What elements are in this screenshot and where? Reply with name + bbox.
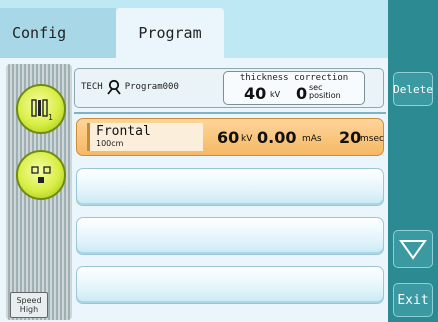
- row-mas-unit: mAs: [302, 134, 322, 144]
- aec-field-icon: [31, 166, 51, 183]
- bucky-number: 1: [48, 113, 53, 122]
- speed-label: Speed: [16, 296, 42, 305]
- tab-bar: Config Program: [0, 0, 388, 58]
- delete-button[interactable]: Delete: [393, 72, 433, 106]
- row-mas-value: 0.00: [257, 128, 297, 147]
- program-row-empty[interactable]: [76, 217, 384, 255]
- exit-button[interactable]: Exit: [393, 283, 433, 317]
- tech-program-bar: TECH Program000 thickness correction 40 …: [74, 68, 384, 108]
- program-row-empty[interactable]: [76, 168, 384, 206]
- program-name: Program000: [124, 82, 179, 92]
- program-screen: Config Program Delete Exit 1 Speed High …: [0, 0, 438, 322]
- header-divider: [74, 112, 386, 114]
- thickness-sec-value: 0: [296, 84, 308, 103]
- tech-text: TECH: [81, 82, 103, 92]
- right-panel: Delete Exit: [388, 0, 438, 322]
- scroll-down-button[interactable]: [393, 230, 433, 268]
- thickness-kv-unit: kV: [270, 90, 281, 99]
- row-msec-unit: msec: [360, 134, 384, 144]
- tech-label: TECH Program000: [81, 79, 179, 95]
- tab-config[interactable]: Config: [0, 8, 116, 58]
- thickness-correction-button[interactable]: thickness correction 40 kV 0 sec positio…: [223, 71, 365, 105]
- row-distance: 100cm: [96, 139, 124, 148]
- thickness-sec-unit-2: position: [309, 91, 341, 100]
- tab-program[interactable]: Program: [116, 8, 224, 58]
- technologist-icon: [106, 79, 121, 95]
- row-name-box: Frontal 100cm: [87, 123, 203, 151]
- thickness-title: thickness correction: [239, 73, 349, 83]
- bucky-icon: 1: [31, 99, 53, 122]
- aec-field-button[interactable]: [16, 150, 66, 200]
- row-kv-unit: kV: [241, 134, 253, 144]
- row-kv-value: 60: [217, 128, 240, 147]
- thickness-kv-value: 40: [244, 84, 267, 103]
- row-name: Frontal: [96, 124, 151, 139]
- triangle-down-icon: [399, 240, 427, 260]
- left-control-strip: 1 Speed High: [6, 64, 72, 320]
- speed-value: High: [19, 305, 39, 314]
- program-row[interactable]: Frontal 100cm 60 kV 0.00 mAs 20 msec: [76, 118, 384, 156]
- thickness-sec-unit: sec position: [309, 84, 341, 100]
- program-row-empty[interactable]: [76, 266, 384, 304]
- row-msec-value: 20: [339, 128, 362, 147]
- bucky-mode-button[interactable]: 1: [16, 84, 66, 134]
- speed-button[interactable]: Speed High: [10, 292, 48, 318]
